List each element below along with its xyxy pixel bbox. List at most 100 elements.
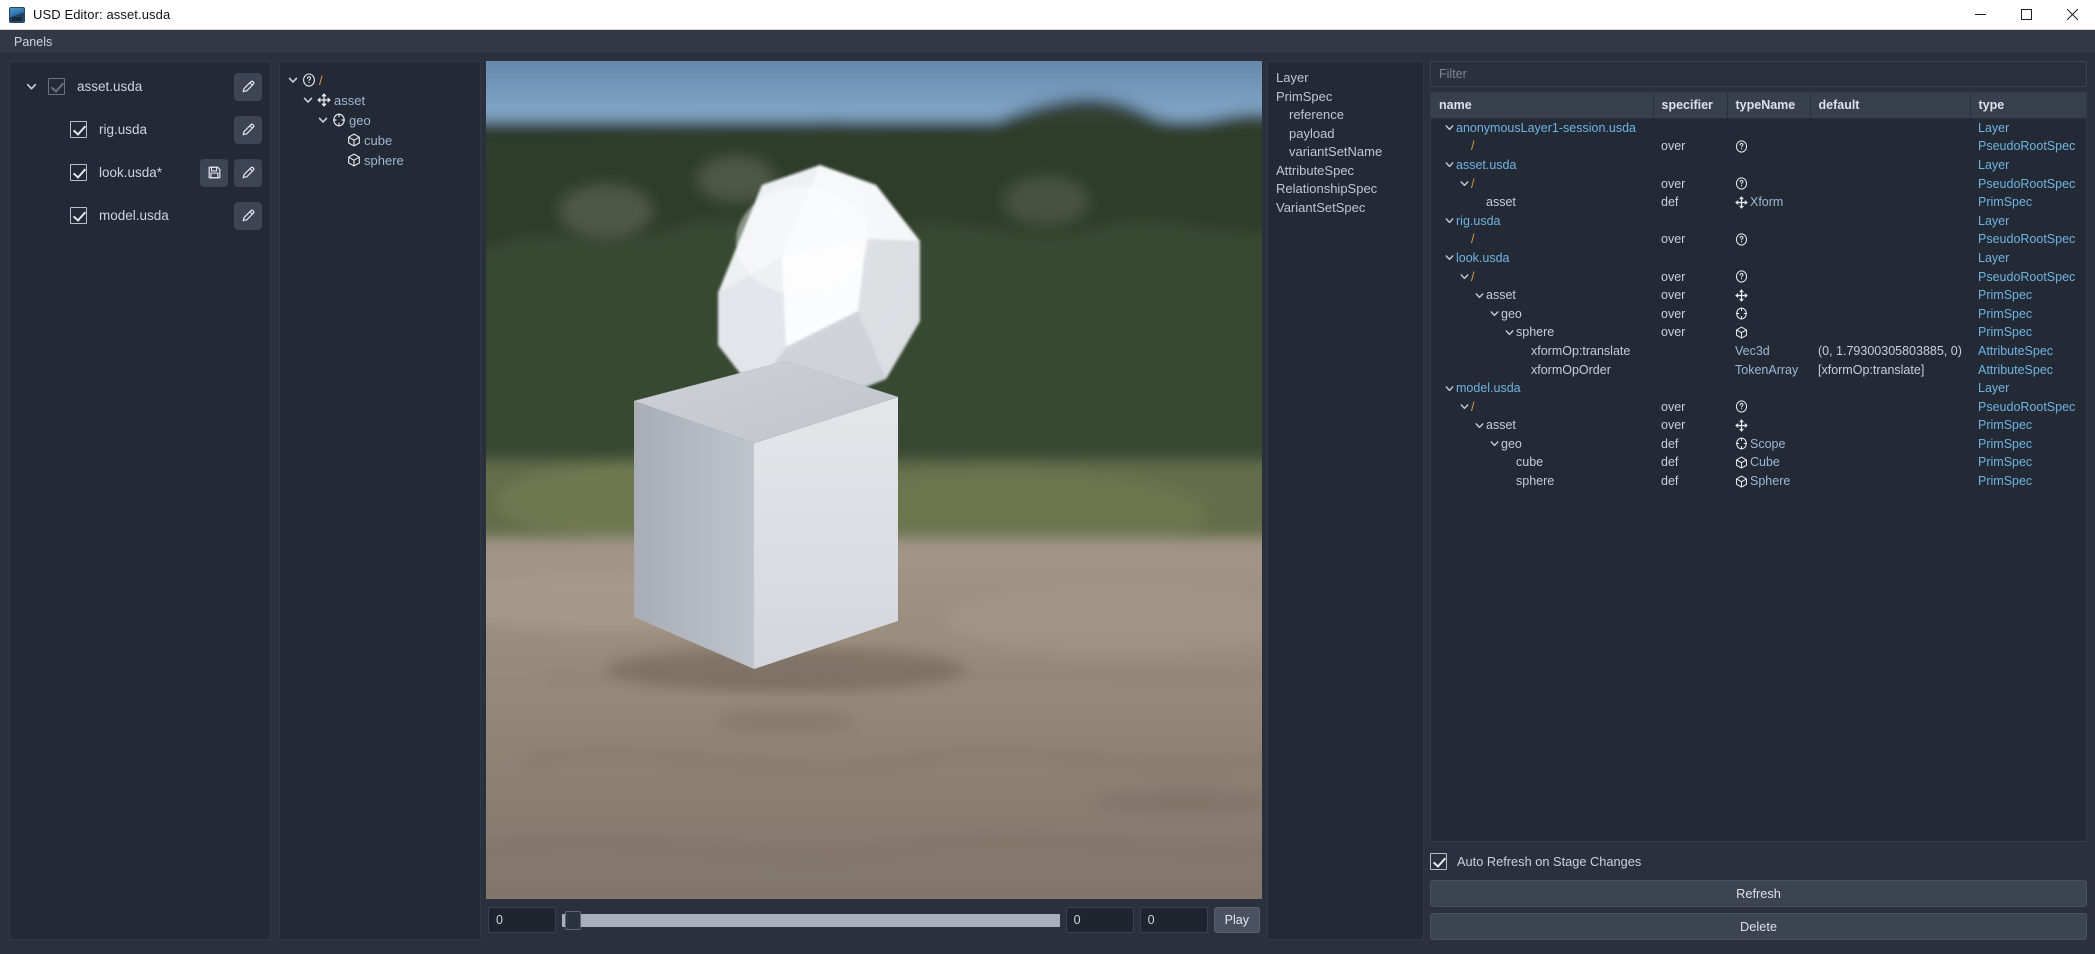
table-row[interactable]: look.usda Layer — [1431, 249, 2086, 268]
close-icon[interactable] — [2049, 0, 2095, 29]
chevron-down-icon[interactable] — [286, 74, 300, 86]
filter-input[interactable]: Filter — [1430, 61, 2087, 87]
cell-name-label: xformOpOrder — [1531, 362, 1611, 377]
table-row[interactable]: model.usda Layer — [1431, 379, 2086, 398]
chevron-down-icon[interactable] — [1443, 159, 1456, 170]
table-row[interactable]: asset over PrimSpec — [1431, 286, 2086, 305]
auto-refresh-label: Auto Refresh on Stage Changes — [1457, 853, 1642, 869]
chevron-down-icon[interactable] — [1473, 290, 1486, 301]
chevron-down-icon[interactable] — [1458, 271, 1471, 282]
chevron-down-icon[interactable] — [22, 80, 40, 93]
pencil-edit-icon[interactable] — [234, 158, 262, 187]
table-row[interactable]: asset over PrimSpec — [1431, 416, 2086, 435]
layer-visibility-checkbox[interactable] — [70, 121, 87, 138]
pencil-edit-icon[interactable] — [234, 115, 262, 144]
table-row[interactable]: xformOpOrder TokenArray [xformOp:translate… — [1431, 360, 2086, 379]
viewport-panel: 0 0 0 Play — [481, 53, 1267, 954]
col-header-type[interactable]: type — [1970, 93, 2086, 119]
question-mark-icon — [1735, 233, 1748, 246]
cell-typename: Cube — [1727, 453, 1810, 472]
table-row[interactable]: asset.usda Layer — [1431, 156, 2086, 175]
prim-tree-node[interactable]: asset — [286, 90, 480, 110]
refresh-button[interactable]: Refresh — [1430, 880, 2087, 907]
chevron-down-icon[interactable] — [1443, 215, 1456, 226]
layer-row[interactable]: look.usda* — [10, 157, 270, 188]
table-row[interactable]: geo over PrimSpec — [1431, 304, 2086, 323]
table-row[interactable]: xformOp:translate Vec3d (0, 1.793003058038… — [1431, 342, 2086, 361]
chevron-down-icon[interactable] — [1503, 327, 1516, 338]
col-header-default[interactable]: default — [1810, 93, 1971, 119]
spec-type-item[interactable]: variantSetName — [1276, 144, 1423, 163]
chevron-down-icon[interactable] — [1443, 252, 1456, 263]
table-row[interactable]: / over PseudoRootSpec — [1431, 137, 2086, 156]
col-header-typename[interactable]: typeName — [1727, 93, 1811, 119]
timeline-end-field[interactable]: 0 — [1139, 907, 1208, 933]
cell-name-label: cube — [1516, 455, 1544, 470]
layer-name-label: asset.usda — [77, 79, 143, 94]
spec-type-item[interactable]: payload — [1276, 126, 1423, 145]
layer-row[interactable]: asset.usda — [10, 71, 270, 102]
chevron-down-icon[interactable] — [301, 94, 315, 106]
spec-type-item[interactable]: reference — [1276, 107, 1423, 126]
auto-refresh-row[interactable]: Auto Refresh on Stage Changes — [1430, 850, 2087, 872]
save-disk-icon[interactable] — [200, 158, 228, 187]
table-row[interactable]: sphere over PrimSpec — [1431, 323, 2086, 342]
spec-type-item[interactable]: RelationshipSpec — [1276, 181, 1423, 200]
pencil-edit-icon[interactable] — [234, 201, 262, 230]
table-row[interactable]: rig.usda Layer — [1431, 211, 2086, 230]
table-row[interactable]: asset def Xform PrimSpec — [1431, 193, 2086, 212]
play-button[interactable]: Play — [1213, 907, 1260, 933]
layer-visibility-checkbox[interactable] — [70, 207, 87, 224]
table-row[interactable]: / over PseudoRootSpec — [1431, 397, 2086, 416]
delete-button[interactable]: Delete — [1430, 913, 2087, 940]
cell-type: PseudoRootSpec — [1978, 139, 2076, 154]
pencil-edit-icon[interactable] — [234, 72, 262, 101]
cell-default — [1810, 416, 1970, 435]
layer-row[interactable]: model.usda — [10, 200, 270, 231]
cell-default — [1810, 379, 1970, 398]
chevron-down-icon[interactable] — [1443, 122, 1456, 133]
table-row[interactable]: / over PseudoRootSpec — [1431, 174, 2086, 193]
spec-type-item[interactable]: Layer — [1276, 70, 1423, 89]
cell-type: PseudoRootSpec — [1978, 232, 2076, 247]
timeline-start-field[interactable]: 0 — [488, 907, 556, 933]
table-row[interactable]: anonymousLayer1-session.usda Layer — [1431, 118, 2086, 137]
minimize-icon[interactable] — [1957, 0, 2003, 29]
col-header-name[interactable]: name — [1431, 93, 1654, 119]
auto-refresh-checkbox[interactable] — [1430, 852, 1447, 870]
chevron-down-icon[interactable] — [316, 114, 330, 126]
chevron-down-icon[interactable] — [1443, 383, 1456, 394]
table-row[interactable]: cube def Cube PrimSpec — [1431, 453, 2086, 472]
timeline-slider-handle[interactable] — [565, 910, 581, 930]
cell-typename-label: Scope — [1750, 436, 1786, 451]
prim-tree-node[interactable]: cube — [286, 130, 480, 150]
layer-row[interactable]: rig.usda — [10, 114, 270, 145]
chevron-down-icon[interactable] — [1488, 438, 1501, 449]
maximize-icon[interactable] — [2003, 0, 2049, 29]
chevron-down-icon[interactable] — [1488, 308, 1501, 319]
spec-type-item[interactable]: VariantSetSpec — [1276, 200, 1423, 219]
spec-type-item[interactable]: AttributeSpec — [1276, 163, 1423, 182]
cube-icon — [1735, 326, 1748, 339]
table-row[interactable]: geo def Scope PrimSpec — [1431, 435, 2086, 454]
menu-panels[interactable]: Panels — [6, 33, 60, 51]
prim-tree-node[interactable]: / — [286, 70, 480, 90]
timeline-slider[interactable] — [562, 907, 1060, 933]
spec-type-item[interactable]: PrimSpec — [1276, 89, 1423, 108]
cell-typename: Xform — [1727, 193, 1810, 212]
chevron-down-icon[interactable] — [1458, 178, 1471, 189]
prim-tree-node[interactable]: sphere — [286, 150, 480, 170]
chevron-down-icon[interactable] — [1473, 420, 1486, 431]
table-row[interactable]: / over PseudoRootSpec — [1431, 267, 2086, 286]
timeline-current-field[interactable]: 0 — [1065, 907, 1134, 933]
layer-visibility-checkbox[interactable] — [70, 164, 87, 181]
col-header-specifier[interactable]: specifier — [1653, 93, 1728, 119]
render-viewport[interactable] — [486, 61, 1262, 899]
chevron-down-icon[interactable] — [1458, 401, 1471, 412]
layer-visibility-checkbox[interactable] — [48, 78, 65, 95]
cell-default — [1810, 435, 1970, 454]
cube-icon — [1735, 475, 1748, 488]
table-row[interactable]: / over PseudoRootSpec — [1431, 230, 2086, 249]
prim-tree-node[interactable]: geo — [286, 110, 480, 130]
table-row[interactable]: sphere def Sphere PrimSpec — [1431, 472, 2086, 491]
